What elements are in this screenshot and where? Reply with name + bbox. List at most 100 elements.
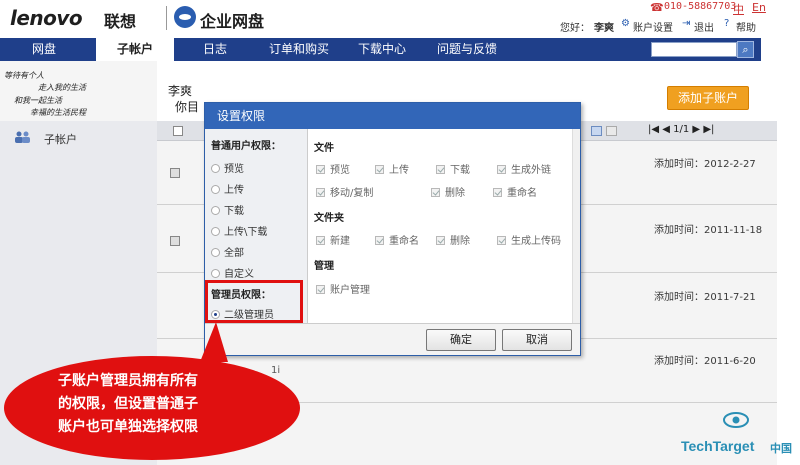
main-nav: 网盘 子帐户 日志 订单和购买 下载中心 问题与反馈 ⌕ — [0, 38, 761, 62]
checkbox[interactable] — [375, 236, 384, 245]
nav-item-logs[interactable]: 日志 — [190, 38, 240, 61]
radio-button[interactable] — [211, 206, 220, 215]
checkbox-label: 生成外链 — [511, 165, 551, 176]
watermark-cn: 中国 — [770, 442, 792, 455]
product-name: 企业网盘 — [200, 12, 265, 31]
checkbox[interactable] — [497, 165, 506, 174]
select-all-checkbox[interactable] — [173, 126, 183, 136]
nav-item-orders[interactable]: 订单和购买 — [256, 38, 342, 61]
role-radio-download[interactable]: 下载 — [211, 202, 244, 217]
role-radio-preview[interactable]: 预览 — [211, 160, 244, 175]
checkbox[interactable] — [436, 236, 445, 245]
perm-file-preview[interactable]: 预览 — [316, 161, 350, 176]
logout-icon: ⇥ — [682, 18, 691, 29]
sidebar-item-subaccount[interactable]: 子帐户 — [44, 131, 77, 147]
perm-file-delete[interactable]: 删除 — [431, 184, 465, 199]
file-section-label: 文件 — [314, 143, 334, 154]
techtarget-eye-icon — [723, 412, 749, 428]
search-icon[interactable]: ⌕ — [737, 41, 754, 58]
add-subaccount-button[interactable]: 添加子账户 — [667, 86, 749, 110]
ok-button[interactable]: 确定 — [426, 329, 496, 351]
callout-pointer — [200, 322, 228, 362]
pager: |◀ ◀ 1/1 ▶ ▶| — [648, 124, 714, 135]
role-radio-upload-download[interactable]: 上传\下载 — [211, 223, 267, 238]
perm-folder-new[interactable]: 新建 — [316, 232, 350, 247]
checkbox-label: 上传 — [389, 165, 409, 176]
perm-file-move-copy[interactable]: 移动/复制 — [316, 184, 373, 199]
prev-page-icon[interactable]: ◀ — [662, 124, 670, 135]
role-radio-custom[interactable]: 自定义 — [211, 265, 254, 280]
checkbox-label: 生成上传码 — [511, 236, 561, 247]
callout-line: 账户也可单独选择权限 — [58, 419, 198, 435]
note-line: 幸福的生活民程 — [30, 108, 86, 117]
nav-item-feedback[interactable]: 问题与反馈 — [424, 38, 510, 61]
radio-button[interactable] — [211, 185, 220, 194]
cancel-button[interactable]: 取消 — [502, 329, 572, 351]
dialog-scrollbar[interactable] — [572, 129, 580, 323]
checkbox[interactable] — [493, 188, 502, 197]
checkbox[interactable] — [316, 236, 325, 245]
perm-folder-rename[interactable]: 重命名 — [375, 232, 419, 247]
nav-item-disk[interactable]: 网盘 — [16, 38, 72, 61]
checkbox-label: 下载 — [450, 165, 470, 176]
radio-button[interactable] — [211, 227, 220, 236]
gear-icon: ⚙ — [621, 18, 630, 29]
main-user-name: 李爽 — [168, 84, 193, 98]
grid-view-icon[interactable] — [606, 126, 617, 136]
note-line: 和我一起生活 — [14, 96, 62, 105]
note-line: 等待有个人 — [4, 71, 44, 80]
checkbox-label: 删除 — [445, 188, 465, 199]
perm-file-upload[interactable]: 上传 — [375, 161, 409, 176]
role-radio-upload[interactable]: 上传 — [211, 181, 244, 196]
manage-section-label: 管理 — [314, 261, 334, 272]
lenovo-logo[interactable]: lenovo — [10, 6, 83, 30]
cloud-disk-icon — [174, 6, 196, 28]
last-page-icon[interactable]: ▶| — [703, 124, 714, 135]
checkbox[interactable] — [497, 236, 506, 245]
top-header: lenovo 联想 企业网盘 ☎ 010-58867703 中 En 您好： 李… — [0, 0, 800, 36]
checkbox[interactable] — [436, 165, 445, 174]
first-page-icon[interactable]: |◀ — [648, 124, 659, 135]
checkbox[interactable] — [316, 165, 325, 174]
lang-zh-link[interactable]: 中 — [733, 1, 744, 17]
checkbox-label: 删除 — [450, 236, 470, 247]
current-username: 李爽 — [594, 23, 614, 34]
checkbox[interactable] — [316, 285, 325, 294]
dialog-title: 设置权限 — [205, 103, 580, 129]
logout-link[interactable]: 退出 — [694, 19, 714, 34]
page-indicator: 1/1 — [673, 124, 690, 135]
nav-item-downloads[interactable]: 下载中心 — [346, 38, 418, 61]
perm-file-download[interactable]: 下载 — [436, 161, 470, 176]
phone-icon: ☎ — [650, 1, 664, 14]
radio-button[interactable] — [211, 269, 220, 278]
perm-file-share-link[interactable]: 生成外链 — [497, 161, 551, 176]
perm-manage-account[interactable]: 账户管理 — [316, 281, 370, 296]
next-page-icon[interactable]: ▶ — [692, 124, 700, 135]
checkbox[interactable] — [431, 188, 440, 197]
nav-item-subaccounts[interactable]: 子帐户 — [96, 38, 174, 62]
radio-button[interactable] — [211, 164, 220, 173]
checkbox[interactable] — [316, 188, 325, 197]
account-settings-link[interactable]: 账户设置 — [633, 19, 673, 34]
lang-en-link[interactable]: En — [752, 1, 766, 14]
perm-folder-delete[interactable]: 删除 — [436, 232, 470, 247]
radio-label: 上传 — [224, 185, 244, 196]
list-view-icon[interactable] — [591, 126, 602, 136]
callout-line: 子账户管理员拥有所有 — [58, 373, 198, 389]
checkbox-label: 重命名 — [507, 188, 537, 199]
search-input[interactable] — [651, 42, 737, 57]
help-icon: ? — [724, 18, 730, 29]
checkbox[interactable] — [375, 165, 384, 174]
watermark-text: TechTarget — [681, 438, 755, 454]
callout-line: 的权限，但设置普通子 — [58, 396, 198, 412]
perm-file-rename[interactable]: 重命名 — [493, 184, 537, 199]
logo-divider — [166, 6, 167, 30]
hotline-number: 010-58867703 — [664, 1, 737, 12]
radio-button[interactable] — [211, 248, 220, 257]
note-line: 走入我的生活 — [38, 83, 86, 92]
perm-folder-upload-code[interactable]: 生成上传码 — [497, 232, 561, 247]
role-radio-all[interactable]: 全部 — [211, 244, 244, 259]
folder-section-label: 文件夹 — [314, 213, 344, 224]
radio-label: 下载 — [224, 206, 244, 217]
help-link[interactable]: 帮助 — [736, 19, 756, 34]
